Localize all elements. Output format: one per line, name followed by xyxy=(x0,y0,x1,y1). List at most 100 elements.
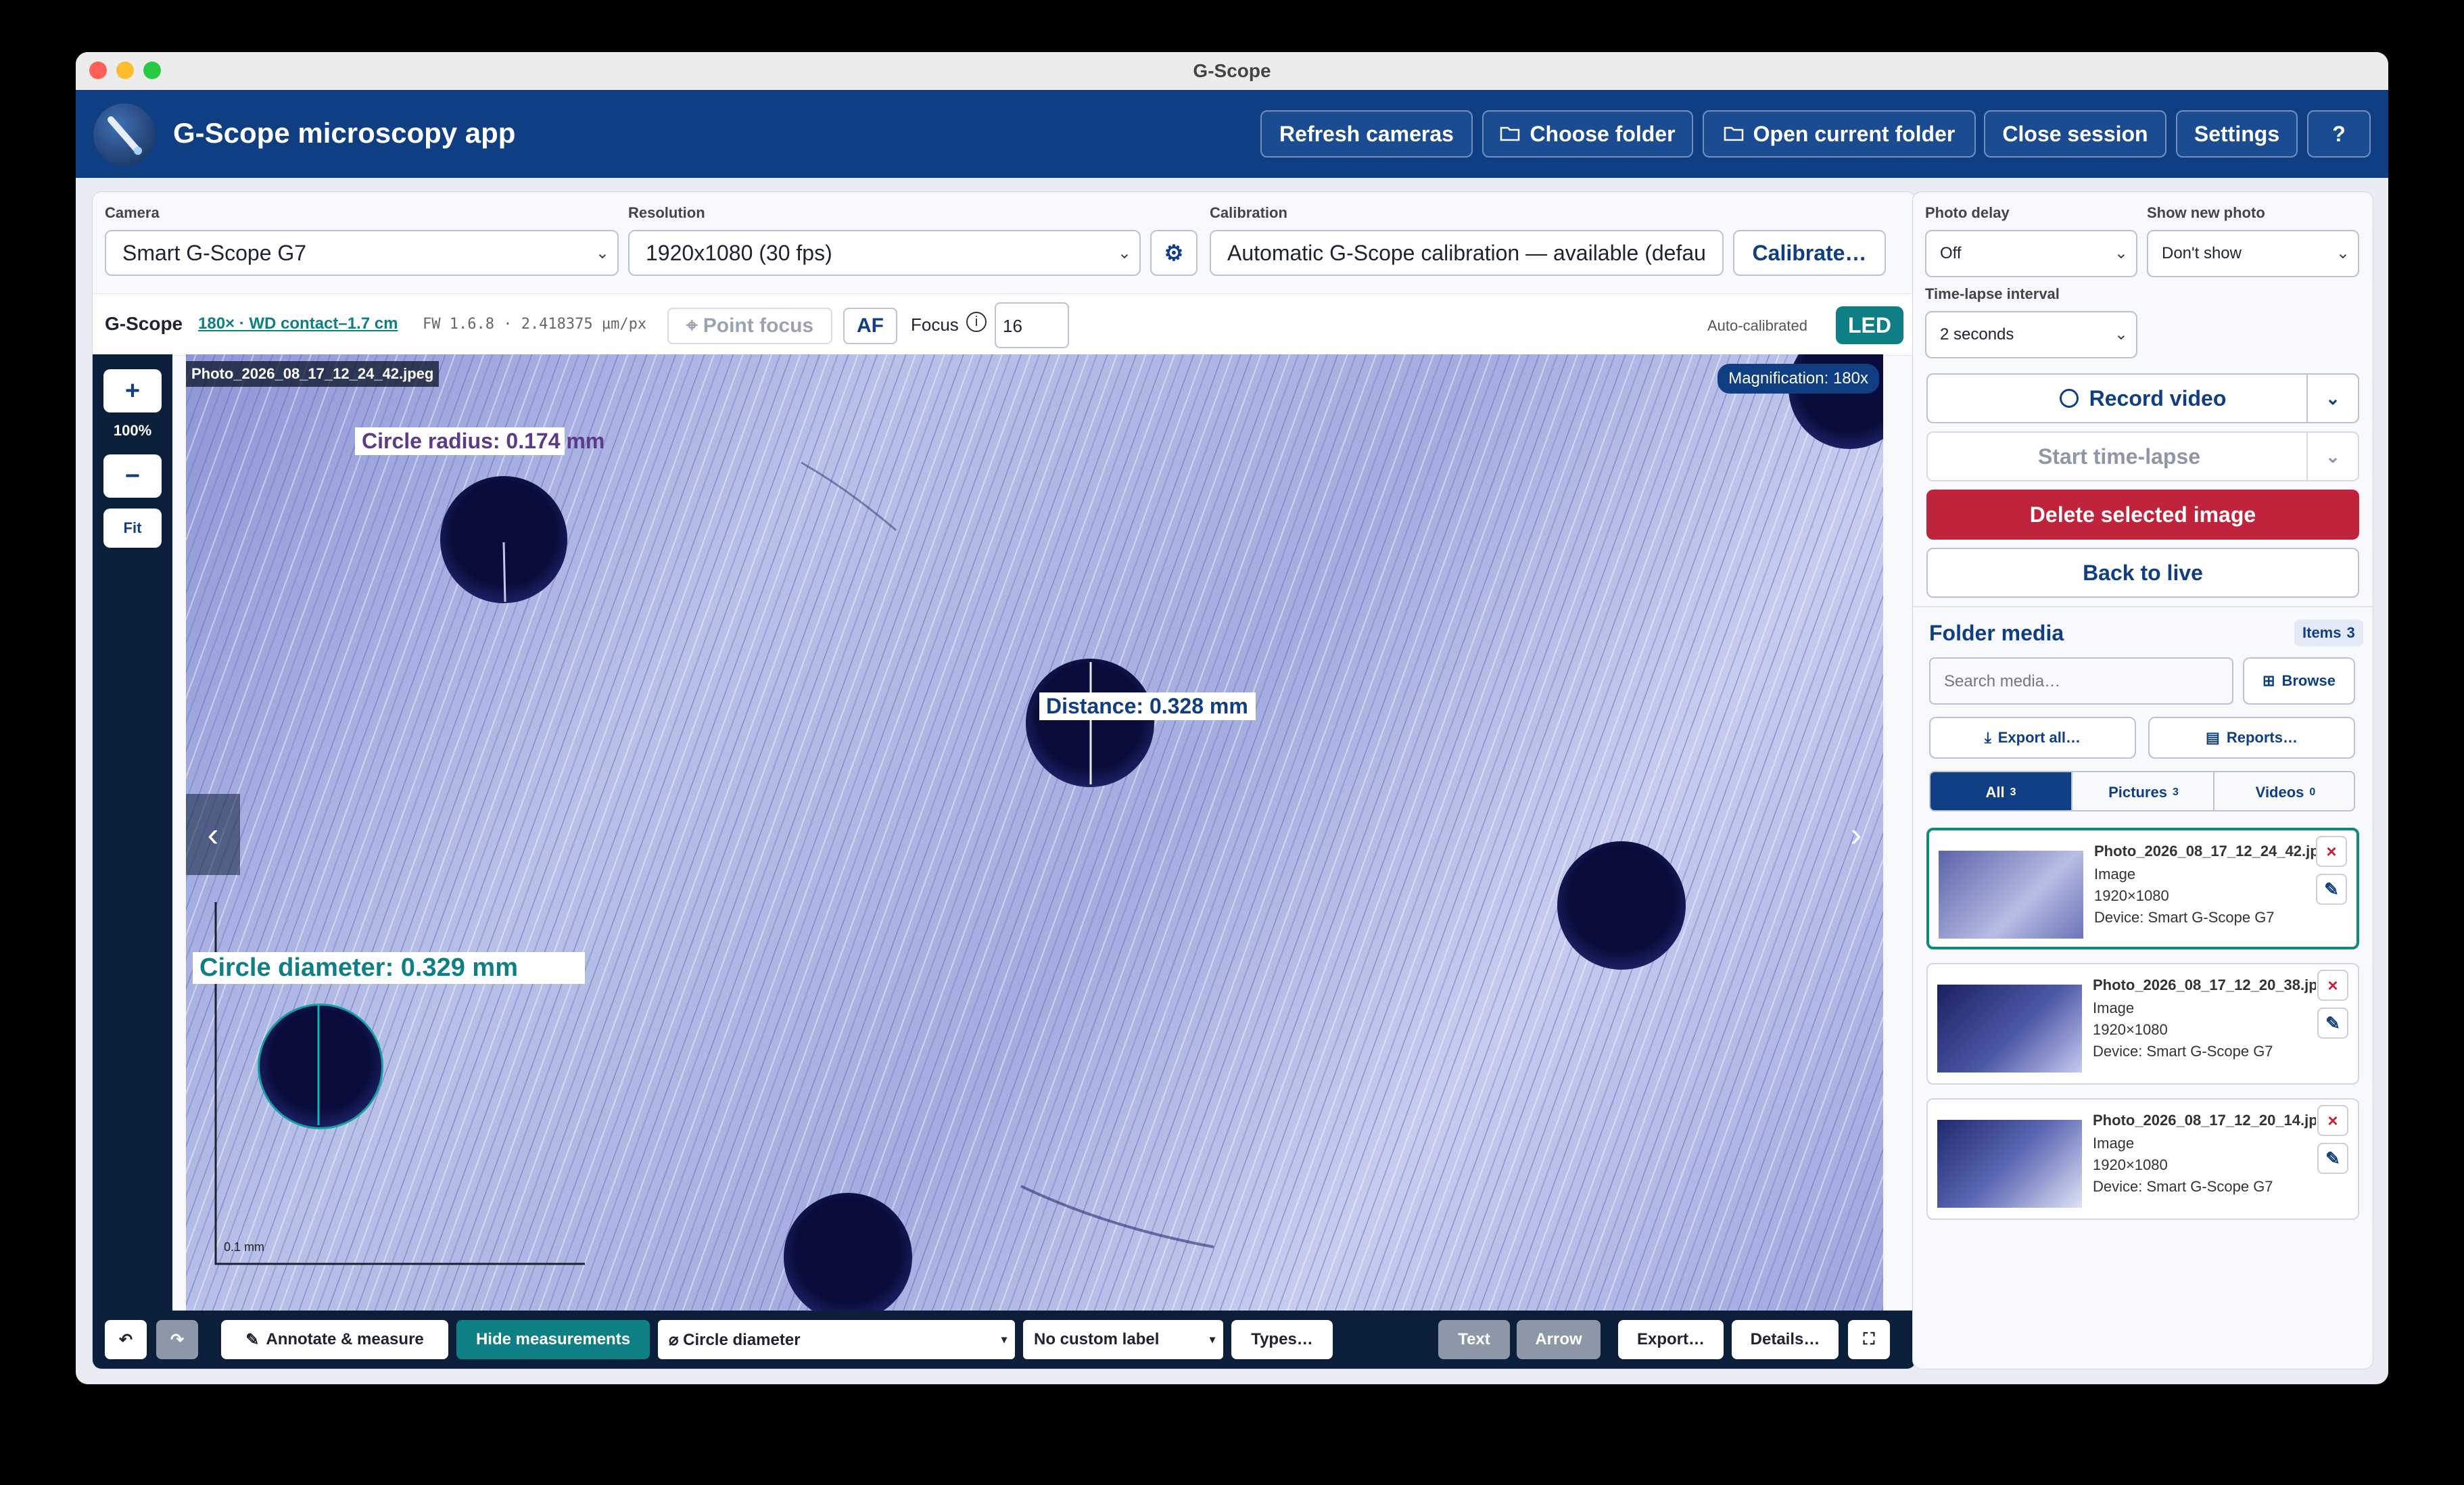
reports-button[interactable]: ▤ Reports… xyxy=(2148,717,2355,759)
media-card[interactable]: Photo_2026_08_17_12_24_42.jpeg Image 192… xyxy=(1926,828,2359,949)
timelapse-interval-select[interactable]: 2 seconds ⌄ xyxy=(1925,311,2137,358)
close-session-button[interactable]: Close session xyxy=(1984,110,2166,158)
pencil-icon: ✎ xyxy=(245,1330,260,1349)
diameter-measurement-label[interactable]: Circle diameter: 0.329 mm xyxy=(193,952,585,984)
focus-input[interactable]: 16 xyxy=(995,302,1069,348)
fit-button[interactable]: Fit xyxy=(103,509,162,548)
timelapse-options-chevron-icon[interactable]: ⌄ xyxy=(2306,433,2358,480)
info-icon[interactable]: i xyxy=(966,312,987,332)
previous-image-button[interactable]: ‹ xyxy=(186,794,240,875)
show-new-photo-select[interactable]: Don't show ⌄ xyxy=(2147,230,2359,277)
fullscreen-icon: ⛶ xyxy=(1863,1330,1875,1348)
close-icon: × xyxy=(2327,974,2338,995)
delete-media-button[interactable]: × xyxy=(2317,1105,2348,1136)
export-all-button[interactable]: ⤓ Export all… xyxy=(1929,717,2136,759)
autofocus-button[interactable]: AF xyxy=(843,308,897,344)
text-tool-button[interactable]: Text xyxy=(1438,1320,1510,1359)
record-options-chevron-icon[interactable]: ⌄ xyxy=(2306,375,2358,422)
media-thumbnail xyxy=(1939,851,2083,939)
chevron-down-icon: ⌄ xyxy=(2336,244,2350,262)
radius-measurement-label[interactable]: Circle radius: 0.174 mm xyxy=(355,427,605,455)
hide-measurements-button[interactable]: Hide measurements xyxy=(456,1320,650,1359)
timelapse-interval-value: 2 seconds xyxy=(1940,325,2014,344)
arrow-tool-label: Arrow xyxy=(1535,1330,1582,1348)
point-focus-button[interactable]: ⌖ Point focus xyxy=(667,308,832,344)
distance-measurement-label[interactable]: Distance: 0.328 mm xyxy=(1039,692,1256,720)
media-size: 1920×1080 xyxy=(2094,887,2169,904)
start-timelapse-button[interactable]: Start time-lapse ⌄ xyxy=(1926,431,2359,481)
settings-label: Settings xyxy=(2194,121,2280,146)
photo-delay-label: Photo delay xyxy=(1925,204,2010,221)
point-focus-label: Point focus xyxy=(703,314,814,337)
tab-videos[interactable]: Videos 0 xyxy=(2213,772,2354,810)
calibrate-button[interactable]: Calibrate… xyxy=(1733,230,1886,276)
custom-label-select[interactable]: No custom label ▾ xyxy=(1023,1320,1223,1359)
choose-folder-button[interactable]: Choose folder xyxy=(1482,110,1693,158)
media-type: Image xyxy=(2094,866,2136,882)
edit-media-button[interactable]: ✎ xyxy=(2317,1143,2348,1174)
redo-button[interactable]: ↷ xyxy=(156,1320,198,1359)
arrow-tool-button[interactable]: Arrow xyxy=(1517,1320,1601,1359)
measure-type-value: ⌀ Circle diameter xyxy=(669,1330,801,1349)
resolution-label: Resolution xyxy=(628,204,705,221)
photo-delay-value: Off xyxy=(1940,244,1962,262)
media-name: Photo_2026_08_17_12_20_14.jpeg xyxy=(2093,1112,2316,1129)
media-size: 1920×1080 xyxy=(2093,1021,2168,1038)
export-button[interactable]: Export… xyxy=(1618,1320,1724,1359)
calibration-select[interactable]: Automatic G-Scope calibration — availabl… xyxy=(1210,230,1724,276)
refresh-cameras-label: Refresh cameras xyxy=(1279,121,1454,146)
measure-type-select[interactable]: ⌀ Circle diameter ▾ xyxy=(658,1320,1015,1359)
media-card[interactable]: Photo_2026_08_17_12_20_14.jpeg Image 192… xyxy=(1926,1098,2359,1220)
types-button[interactable]: Types… xyxy=(1231,1320,1333,1359)
zoom-sidebar: + 100% − Fit xyxy=(93,354,172,1311)
fullscreen-button[interactable]: ⛶ xyxy=(1848,1320,1890,1359)
delete-media-button[interactable]: × xyxy=(2316,836,2347,867)
tab-videos-label: Videos xyxy=(2255,784,2304,801)
camera-label: Camera xyxy=(105,204,160,221)
led-toggle[interactable]: LED xyxy=(1836,306,1903,344)
media-device: Device: Smart G-Scope G7 xyxy=(2094,909,2275,926)
magnification-link[interactable]: 180× · WD contact–1.7 cm xyxy=(198,314,398,333)
resolution-select[interactable]: 1920x1080 (30 fps) ⌄ xyxy=(628,230,1141,276)
delete-media-button[interactable]: × xyxy=(2317,970,2348,1001)
app-title: G-Scope microscopy app xyxy=(173,117,516,149)
zoom-out-label: − xyxy=(124,461,141,490)
reports-label: Reports… xyxy=(2226,729,2298,746)
app-window: G-Scope G-Scope microscopy app Refresh c… xyxy=(76,52,2388,1384)
document-icon: ▤ xyxy=(2206,729,2220,746)
delete-selected-image-button[interactable]: Delete selected image xyxy=(1926,490,2359,540)
browse-button[interactable]: ⊞ Browse xyxy=(2243,657,2355,705)
edit-media-button[interactable]: ✎ xyxy=(2316,874,2347,905)
record-video-button[interactable]: Record video ⌄ xyxy=(1926,373,2359,423)
tab-pictures[interactable]: Pictures 3 xyxy=(2071,772,2214,810)
annotate-measure-label: Annotate & measure xyxy=(266,1330,424,1348)
help-button[interactable]: ? xyxy=(2307,110,2371,158)
refresh-cameras-button[interactable]: Refresh cameras xyxy=(1260,110,1473,158)
photo-delay-select[interactable]: Off ⌄ xyxy=(1925,230,2137,277)
auto-calibrated-text: Auto-calibrated xyxy=(1707,317,1807,334)
media-device: Device: Smart G-Scope G7 xyxy=(2093,1178,2273,1195)
tab-pictures-count: 3 xyxy=(2172,786,2179,798)
next-image-button[interactable]: › xyxy=(1829,794,1883,875)
zoom-out-button[interactable]: − xyxy=(103,454,162,498)
media-card[interactable]: Photo_2026_08_17_12_20_38.jpeg Image 192… xyxy=(1926,963,2359,1085)
settings-button[interactable]: Settings xyxy=(2176,110,2298,158)
tab-all[interactable]: All 3 xyxy=(1930,772,2071,810)
zoom-in-button[interactable]: + xyxy=(103,369,162,412)
open-current-folder-button[interactable]: Open current folder xyxy=(1703,110,1976,158)
magnification-badge: Magnification: 180x xyxy=(1717,364,1879,394)
close-session-label: Close session xyxy=(2002,121,2148,146)
edit-media-button[interactable]: ✎ xyxy=(2317,1008,2348,1039)
undo-button[interactable]: ↶ xyxy=(105,1320,147,1359)
annotate-measure-button[interactable]: ✎ Annotate & measure xyxy=(221,1320,448,1359)
image-viewer[interactable]: Photo_2026_08_17_12_24_42.jpeg Magnifica… xyxy=(186,354,1883,1311)
search-media-input[interactable]: Search media… xyxy=(1929,657,2233,705)
close-icon: × xyxy=(2327,1110,2338,1131)
window-titlebar: G-Scope xyxy=(76,52,2388,91)
media-filter-tabs: All 3 Pictures 3 Videos 0 xyxy=(1929,771,2355,811)
camera-select[interactable]: Smart G-Scope G7 ⌄ xyxy=(105,230,619,276)
back-to-live-button[interactable]: Back to live xyxy=(1926,548,2359,598)
details-button[interactable]: Details… xyxy=(1732,1320,1839,1359)
camera-settings-button[interactable]: ⚙ xyxy=(1150,230,1198,276)
focus-label: Focus xyxy=(911,314,959,335)
